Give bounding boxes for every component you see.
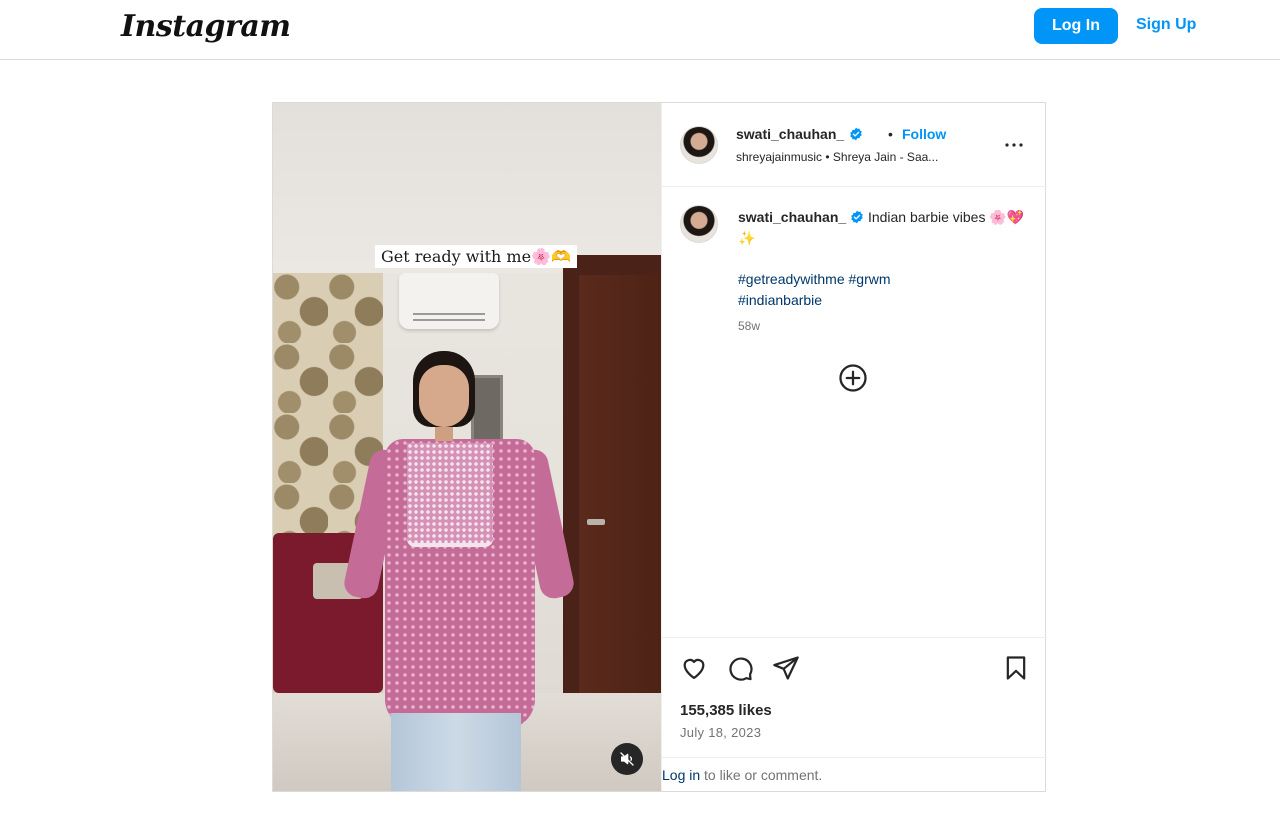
post-video[interactable]: Get ready with me🌸🫶 [273, 103, 661, 791]
verified-badge-icon [851, 210, 863, 224]
post-actions: 155,385 likes July 18, 2023 [662, 637, 1047, 757]
face [419, 365, 469, 427]
more-options-icon[interactable] [1002, 133, 1026, 157]
hashtag-link[interactable]: #grwm [849, 271, 891, 287]
share-icon[interactable] [772, 654, 800, 682]
caption-username[interactable]: swati_chauhan_ [738, 209, 846, 225]
login-link[interactable]: Log in [662, 767, 700, 783]
verified-badge-icon [849, 127, 862, 141]
speaker-muted-icon [620, 752, 634, 766]
instagram-logo[interactable]: Instagram [121, 9, 291, 44]
mute-button[interactable] [611, 743, 643, 775]
author-username-row: swati_chauhan_ [736, 126, 863, 144]
caption-hashtags: #getreadywithme #grwm #indianbarbie [738, 269, 1028, 311]
jeans [391, 713, 521, 791]
plus-circle-icon[interactable] [838, 363, 868, 393]
signup-link[interactable]: Sign Up [1136, 16, 1196, 34]
post-header: swati_chauhan_ • Follow shreyajainmusic … [662, 103, 1047, 187]
audio-link[interactable]: shreyajainmusic • Shreya Jain - Saa... [736, 150, 986, 164]
comment-icon[interactable] [726, 654, 754, 682]
post-side-panel: swati_chauhan_ • Follow shreyajainmusic … [661, 103, 1047, 791]
door-handle [587, 519, 605, 525]
bookmark-icon[interactable] [1002, 654, 1030, 682]
heart-icon[interactable] [680, 654, 708, 682]
hashtag-link[interactable]: #getreadywithme [738, 271, 845, 287]
login-prompt-text: to like or comment. [700, 767, 823, 783]
post-time-ago[interactable]: 58w [738, 319, 760, 333]
login-button[interactable]: Log In [1034, 8, 1118, 44]
kurta-yoke [407, 443, 493, 547]
top-bar: Instagram Log In Sign Up [0, 0, 1280, 60]
login-prompt: Log in to like or comment. [662, 757, 1047, 791]
video-text-overlay: Get ready with me🌸🫶 [375, 245, 577, 268]
post-card: Get ready with me🌸🫶 swati_chauhan_ • Fol… [272, 102, 1047, 792]
caption-avatar[interactable] [680, 205, 718, 243]
author-username[interactable]: swati_chauhan_ [736, 126, 844, 142]
likes-count[interactable]: 155,385 likes [680, 702, 772, 719]
post-date[interactable]: July 18, 2023 [680, 725, 761, 740]
caption-text: swati_chauhan_ Indian barbie vibes 🌸💖✨ [738, 207, 1028, 249]
follow-button[interactable]: Follow [902, 126, 946, 142]
separator-dot: • [888, 126, 893, 142]
air-conditioner [399, 273, 499, 329]
hashtag-link[interactable]: #indianbarbie [738, 292, 822, 308]
author-avatar[interactable] [680, 126, 718, 164]
